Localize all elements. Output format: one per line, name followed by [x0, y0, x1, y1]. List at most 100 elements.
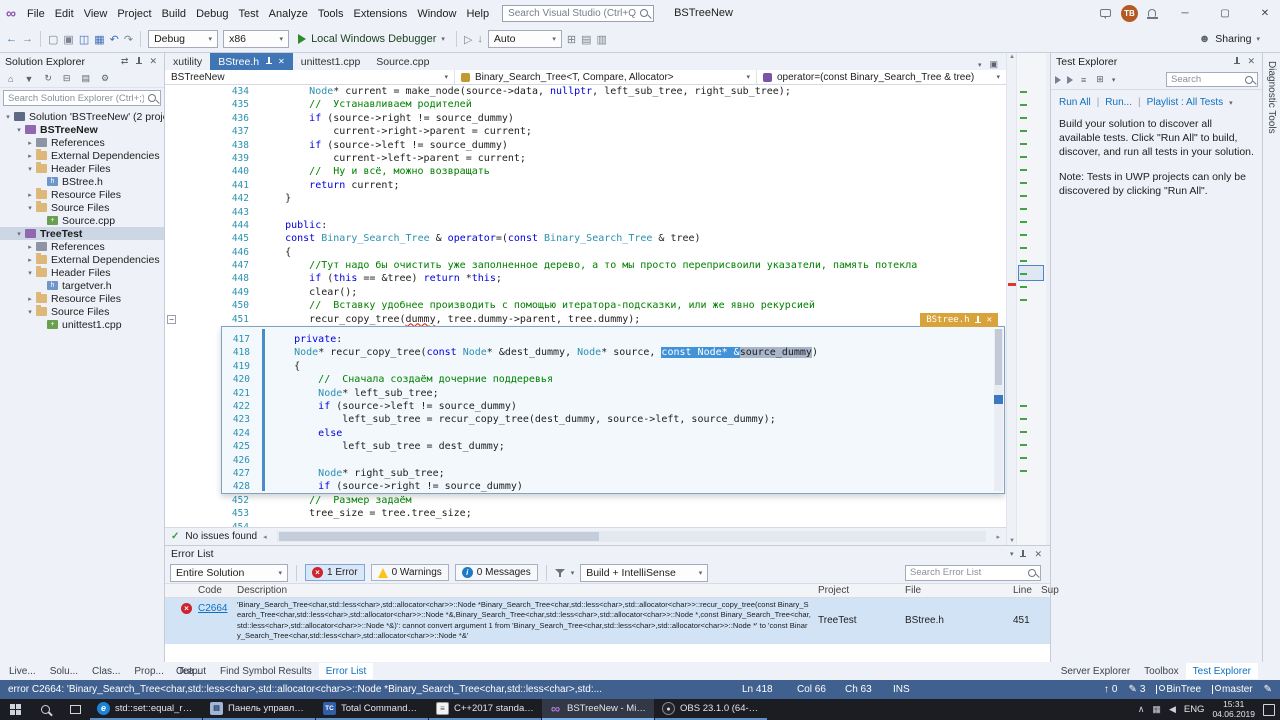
code-line-446[interactable]: 446 {	[165, 246, 1006, 259]
menu-tools[interactable]: Tools	[313, 6, 349, 22]
filter-icon[interactable]	[555, 568, 565, 578]
menu-debug[interactable]: Debug	[191, 6, 233, 22]
tree-item-external-dependencies-11[interactable]: ▸External Dependencies	[0, 253, 164, 266]
tree-item-bstreenew-1[interactable]: ▾BSTreeNew	[0, 123, 164, 136]
menu-help[interactable]: Help	[461, 6, 494, 22]
scroll-left-icon[interactable]: ◂	[263, 533, 267, 541]
code-line-437[interactable]: 437 current->right->parent = current;	[165, 125, 1006, 138]
te-link-run-all[interactable]: Run All	[1059, 97, 1091, 108]
tree-item-targetver-h-13[interactable]: htargetver.h	[0, 279, 164, 292]
column-description[interactable]: Description	[237, 585, 287, 596]
column-code[interactable]: Code	[198, 585, 222, 596]
editor-tab-source-cpp[interactable]: Source.cpp	[368, 53, 437, 70]
scroll-right-icon[interactable]: ▸	[996, 533, 1000, 541]
editor-tab-bstree-h[interactable]: BStree.h✕	[210, 53, 293, 70]
code-line-420[interactable]: 420 // Сначала создаём дочерние поддерев…	[222, 373, 1004, 386]
breadcrumb-project[interactable]: BSTreeNew ▾	[165, 70, 455, 84]
code-line-424[interactable]: 424 else	[222, 427, 1004, 440]
taskbar-clock[interactable]: 15:31 04.06.2019	[1212, 700, 1255, 719]
menu-edit[interactable]: Edit	[50, 6, 79, 22]
float-window-icon[interactable]: ▣	[987, 59, 1000, 70]
panel-tab-solu[interactable]: Solu...	[43, 663, 85, 679]
horizontal-scrollbar-thumb[interactable]	[279, 532, 599, 541]
close-tab-icon[interactable]: ✕	[278, 57, 285, 66]
hierarchy-icon[interactable]: ⊞	[1094, 74, 1106, 85]
code-line-426[interactable]: 426	[222, 454, 1004, 467]
solution-explorer-search[interactable]: Search Solution Explorer (Ctrl+;)	[3, 90, 161, 106]
code-line-452[interactable]: 452 // Размер задаём	[165, 494, 1006, 507]
expander-icon[interactable]: ▸	[25, 295, 35, 303]
navigate-forward-icon[interactable]: →	[22, 33, 33, 45]
expander-icon[interactable]: ▾	[3, 113, 13, 121]
undo-icon[interactable]: ↶	[110, 33, 119, 46]
branch-picker[interactable]: master	[1212, 684, 1253, 695]
save-all-icon[interactable]: ▦	[94, 33, 104, 46]
code-line-436[interactable]: 436 if (source->right != source_dummy)	[165, 112, 1006, 125]
taskbar-app-tc[interactable]: TCTotal Commander 8.5...	[316, 699, 428, 720]
tree-item-references-2[interactable]: ▸References	[0, 136, 164, 149]
editor-health-label[interactable]: No issues found	[185, 531, 257, 542]
panel-tab-toolbox[interactable]: Toolbox	[1137, 663, 1185, 679]
quick-launch-search[interactable]: Search Visual Studio (Ctrl+Q)	[502, 5, 654, 22]
group-by-icon[interactable]: ≡	[1079, 75, 1088, 85]
taskbar-app-obs[interactable]: ●OBS 23.1.0 (64-bit, wi...	[655, 699, 767, 720]
expander-icon[interactable]: ▸	[25, 152, 35, 160]
chevron-down-icon[interactable]: ▾	[1229, 99, 1233, 107]
status-message[interactable]: error C2664: 'Binary_Search_Tree<char,st…	[8, 684, 602, 695]
peek-close-icon[interactable]: ✕	[987, 315, 992, 325]
column-file[interactable]: File	[905, 585, 921, 596]
code-line-417[interactable]: 417 private:	[222, 333, 1004, 346]
messages-filter-button[interactable]: i 0 Messages	[455, 564, 538, 581]
expander-icon[interactable]: ▸	[25, 243, 35, 251]
error-code-link[interactable]: C2664	[198, 603, 227, 614]
source-filter-dropdown[interactable]: Build + IntelliSense▾	[580, 564, 708, 582]
peek-collapse-icon[interactable]: −	[167, 315, 176, 324]
menu-extensions[interactable]: Extensions	[349, 6, 413, 22]
tree-item-unittest1-cpp-16[interactable]: +unittest1.cpp	[0, 318, 164, 331]
expander-icon[interactable]: ▾	[14, 126, 24, 134]
switch-views-icon[interactable]: ⇄	[119, 56, 131, 67]
code-line-447[interactable]: 447 //Тут надо бы очистить уже заполненн…	[165, 259, 1006, 272]
code-line-448[interactable]: 448 if (this == &tree) return *this;	[165, 272, 1006, 285]
chevron-down-icon[interactable]: ▾	[1010, 550, 1014, 558]
panel-tab-find-symbol-results[interactable]: Find Symbol Results	[213, 663, 319, 679]
code-line-442[interactable]: 442 }	[165, 192, 1006, 205]
code-line-419[interactable]: 419 {	[222, 360, 1004, 373]
tree-item-header-files-12[interactable]: ▾Header Files	[0, 266, 164, 279]
te-link-run[interactable]: Run...	[1105, 97, 1132, 108]
run-tests-icon[interactable]	[1055, 76, 1061, 84]
panel-tab-live[interactable]: Live...	[2, 663, 43, 679]
code-line-445[interactable]: 445 const Binary_Search_Tree & operator=…	[165, 232, 1006, 245]
error-list-search[interactable]: Search Error List	[905, 565, 1041, 581]
share-label[interactable]: Sharing	[1215, 33, 1251, 45]
code-line-440[interactable]: 440 // Ну и всё, можно возвращать	[165, 165, 1006, 178]
peek-scrollbar[interactable]	[994, 329, 1003, 491]
tree-item-external-dependencies-3[interactable]: ▸External Dependencies	[0, 149, 164, 162]
taskbar-app-panel[interactable]: ▤Панель управления...	[203, 699, 315, 720]
code-line-441[interactable]: 441 return current;	[165, 179, 1006, 192]
code-line-449[interactable]: 449 clear();	[165, 286, 1006, 299]
te-link-playlist-all-tests[interactable]: Playlist : All Tests	[1147, 97, 1224, 108]
code-line-444[interactable]: 444 public:	[165, 219, 1006, 232]
pin-icon[interactable]	[1019, 550, 1026, 559]
tree-item-references-10[interactable]: ▸References	[0, 240, 164, 253]
errors-filter-button[interactable]: × 1 Error	[305, 564, 365, 581]
tree-item-resource-files-14[interactable]: ▸Resource Files	[0, 292, 164, 305]
code-line-428[interactable]: 428 if (source->right != source_dummy)	[222, 480, 1004, 493]
taskbar-app-doc[interactable]: ≡C++2017 standard dr...	[429, 699, 541, 720]
tray-chevron-icon[interactable]: ∧	[1138, 704, 1145, 715]
scrollbar-map[interactable]	[1016, 53, 1046, 545]
tree-item-bstree-h-5[interactable]: hBStree.h	[0, 175, 164, 188]
code-line-434[interactable]: 434 Node* current = make_node(source->da…	[165, 85, 1006, 98]
panel-tab-error-list[interactable]: Error List	[319, 663, 374, 679]
peek-scrollbar-thumb[interactable]	[995, 329, 1002, 385]
column-project[interactable]: Project	[818, 585, 849, 596]
column-line[interactable]: Line	[1013, 585, 1032, 596]
step-into-icon[interactable]: ↓	[477, 33, 483, 45]
feedback-icon[interactable]	[1100, 9, 1111, 17]
expander-icon[interactable]: ▸	[25, 256, 35, 264]
platform-dropdown[interactable]: x86▾	[223, 30, 289, 48]
expander-icon[interactable]: ▾	[14, 230, 24, 238]
scope-dropdown[interactable]: Entire Solution▾	[170, 564, 288, 582]
code-line-443[interactable]: 443	[165, 206, 1006, 219]
